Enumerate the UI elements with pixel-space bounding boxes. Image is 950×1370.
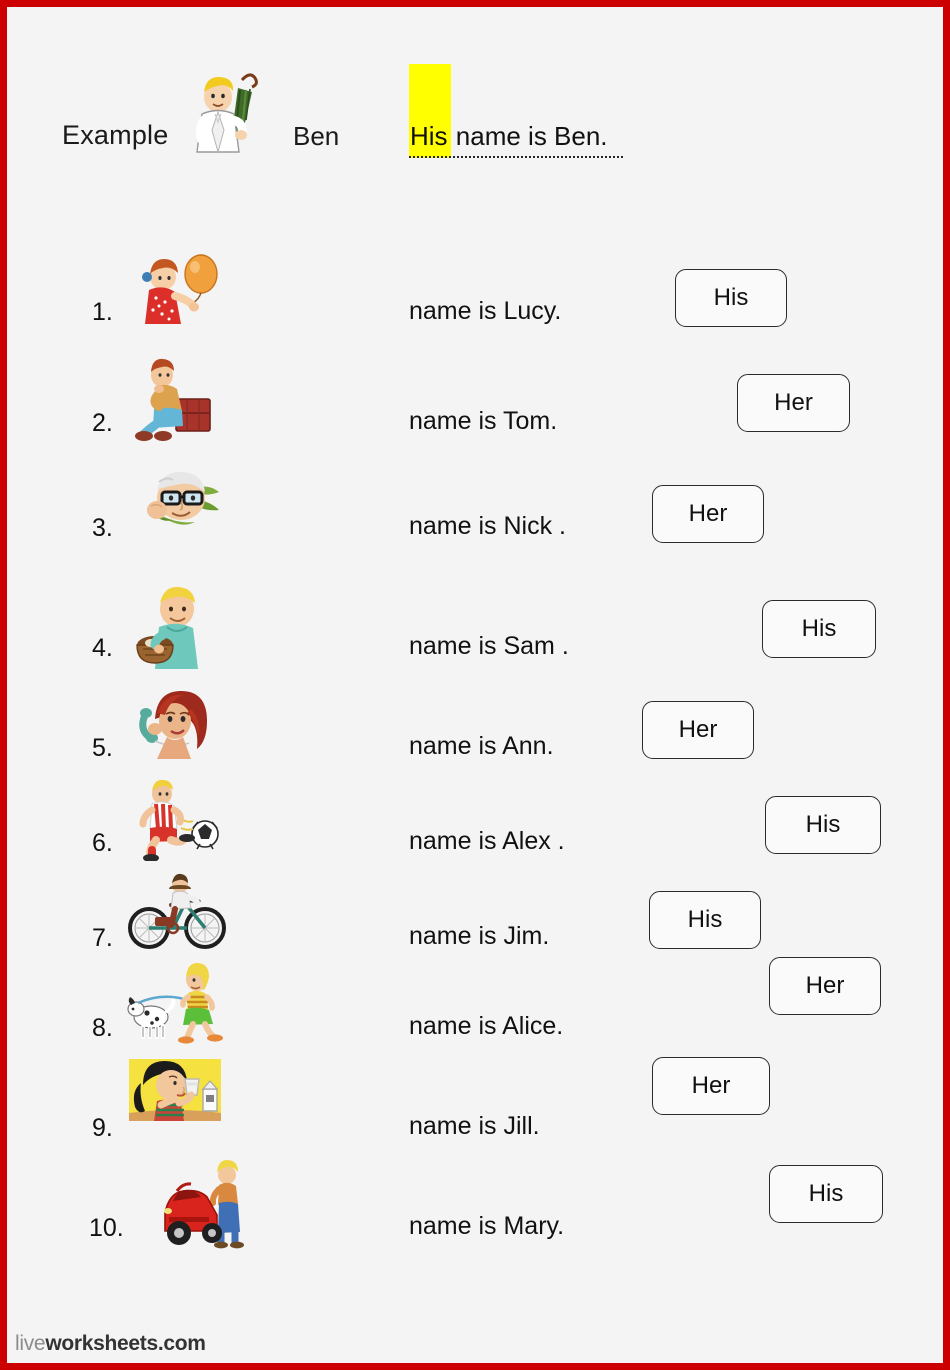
answer-box-6[interactable]: His bbox=[765, 796, 881, 854]
question-text-8: name is Alice. bbox=[409, 1012, 564, 1040]
question-text-4: name is Sam . bbox=[409, 632, 569, 660]
example-sentence: His name is Ben. bbox=[409, 121, 608, 152]
example-sentence-rest: name is Ben. bbox=[448, 121, 608, 151]
question-number-4: 4. bbox=[92, 634, 113, 662]
question-number-5: 5. bbox=[92, 734, 113, 762]
answer-box-9[interactable]: Her bbox=[652, 1057, 770, 1115]
question-text-1: name is Lucy. bbox=[409, 297, 562, 325]
question-figure-woman-on-telephone bbox=[129, 685, 224, 765]
question-number-6: 6. bbox=[92, 829, 113, 857]
question-number-8: 8. bbox=[92, 1014, 113, 1042]
example-figure-man-with-umbrella-and-flowers bbox=[182, 62, 277, 157]
question-figure-boy-playing-soccer bbox=[125, 776, 225, 861]
question-row-2: 2. name is Tom. Her bbox=[7, 358, 943, 472]
example-label: Example bbox=[62, 120, 169, 150]
question-text-10: name is Mary. bbox=[409, 1212, 565, 1240]
example-person-name: Ben bbox=[293, 121, 340, 151]
question-number-9: 9. bbox=[92, 1114, 113, 1142]
question-text-5: name is Ann. bbox=[409, 732, 554, 760]
question-figure-girl-with-balloon bbox=[129, 252, 224, 332]
question-text-7: name is Jim. bbox=[409, 922, 550, 950]
question-row-10: 10. name is Mary. His bbox=[7, 1160, 943, 1277]
question-text-2: name is Tom. bbox=[409, 407, 558, 435]
question-number-1: 1. bbox=[92, 298, 113, 326]
brand-suffix: worksheets.com bbox=[45, 1332, 206, 1355]
question-number-2: 2. bbox=[92, 409, 113, 437]
question-number-7: 7. bbox=[92, 924, 113, 952]
question-figure-old-man-with-glasses bbox=[129, 462, 229, 542]
example-answer-underline bbox=[409, 156, 623, 158]
question-figure-boy-with-basket bbox=[129, 579, 224, 669]
question-text-9: name is Jill. bbox=[409, 1112, 540, 1140]
question-figure-boy-on-suitcase bbox=[129, 347, 224, 442]
question-row-1: 1. name is Lucy. His bbox=[7, 252, 943, 362]
answer-box-4[interactable]: His bbox=[762, 600, 876, 658]
answer-box-10[interactable]: His bbox=[769, 1165, 883, 1223]
answer-box-7[interactable]: His bbox=[649, 891, 761, 949]
question-row-4: 4. name is Sam . His bbox=[7, 586, 943, 697]
answer-box-8[interactable]: Her bbox=[769, 957, 881, 1015]
question-figure-girl-drinking-milk bbox=[127, 1055, 227, 1135]
footer-brand: liveworksheets.com bbox=[15, 1332, 206, 1356]
worksheet-page: Example Ben His name is Ben. 1. name is … bbox=[0, 0, 950, 1370]
question-row-9: 9. name is Jill. Her bbox=[7, 1057, 943, 1177]
question-figure-person-with-red-car bbox=[155, 1155, 260, 1250]
question-figure-girl-walking-dog bbox=[125, 961, 230, 1046]
answer-box-3[interactable]: Her bbox=[652, 485, 764, 543]
question-figure-person-on-bicycle bbox=[125, 873, 230, 953]
question-number-10: 10. bbox=[89, 1214, 124, 1242]
answer-box-5[interactable]: Her bbox=[642, 701, 754, 759]
example-answer-word: His bbox=[409, 121, 449, 151]
question-text-3: name is Nick . bbox=[409, 512, 566, 540]
question-number-3: 3. bbox=[92, 514, 113, 542]
brand-prefix: live bbox=[15, 1332, 46, 1355]
example-row: Example Ben His name is Ben. bbox=[7, 7, 943, 207]
answer-box-1[interactable]: His bbox=[675, 269, 787, 327]
answer-box-2[interactable]: Her bbox=[737, 374, 850, 432]
question-text-6: name is Alex . bbox=[409, 827, 565, 855]
question-row-3: 3. name is Nick . Her bbox=[7, 467, 943, 577]
